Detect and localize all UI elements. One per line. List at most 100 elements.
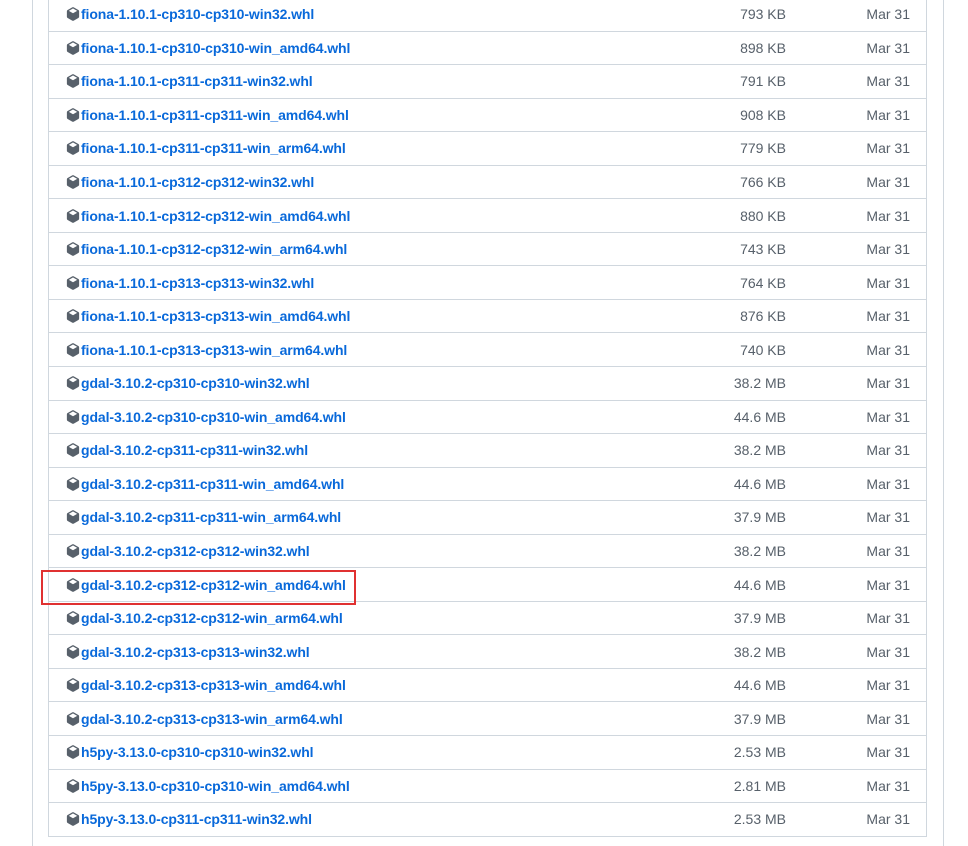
asset-size: 766 KB — [740, 174, 786, 190]
asset-date: Mar 31 — [866, 308, 910, 325]
asset-link[interactable]: fiona-1.10.1-cp313-cp313-win32.whl — [81, 275, 314, 291]
package-icon — [66, 510, 80, 525]
asset-date: Mar 31 — [866, 543, 910, 560]
asset-size: 2.53 MB — [733, 811, 786, 828]
asset-size: 44.6 MB — [733, 408, 786, 425]
asset-link[interactable]: gdal-3.10.2-cp311-cp311-win_amd64.whl — [81, 476, 344, 492]
asset-link[interactable]: gdal-3.10.2-cp313-cp313-win_amd64.whl — [81, 677, 346, 693]
asset-size: 908 KB — [740, 106, 786, 123]
asset-size: 37.9 MB — [733, 710, 786, 727]
asset-date: Mar 31 — [866, 408, 910, 425]
package-icon — [66, 141, 80, 156]
asset-link[interactable]: gdal-3.10.2-cp312-cp312-win_amd64.whl — [81, 577, 346, 593]
asset-date: Mar 31 — [866, 677, 910, 694]
asset-date: Mar 31 — [866, 6, 910, 23]
asset-link[interactable]: gdal-3.10.2-cp312-cp312-win32.whl — [81, 543, 310, 559]
package-icon — [66, 342, 80, 357]
asset-date: Mar 31 — [866, 610, 910, 627]
asset-link[interactable]: fiona-1.10.1-cp313-cp313-win_amd64.whl — [81, 308, 350, 324]
asset-row: fiona-1.10.1-cp313-cp313-win_arm64.whl 74… — [49, 333, 926, 368]
asset-size: 38.2 MB — [733, 643, 786, 660]
asset-row: h5py-3.13.0-cp310-cp310-win32.whl 2.53 MB… — [49, 736, 926, 770]
asset-date: Mar 31 — [866, 375, 910, 392]
asset-link[interactable]: gdal-3.10.2-cp310-cp310-win_amd64.whl — [81, 409, 346, 425]
asset-row: fiona-1.10.1-cp312-cp312-win_amd64.whl 88… — [49, 199, 926, 233]
asset-date: Mar 31 — [866, 241, 910, 258]
asset-size: 37.9 MB — [733, 610, 786, 627]
asset-link[interactable]: fiona-1.10.1-cp311-cp311-win32.whl — [81, 73, 313, 89]
asset-size: 38.2 MB — [733, 543, 786, 560]
asset-link[interactable]: h5py-3.13.0-cp311-cp311-win32.whl — [81, 811, 312, 827]
asset-link[interactable]: fiona-1.10.1-cp311-cp311-win_arm64.whl — [81, 140, 346, 156]
asset-row: gdal-3.10.2-cp311-cp311-win_arm64.whl 37.… — [49, 501, 926, 535]
asset-size: 44.6 MB — [733, 677, 786, 694]
asset-size: 37.9 MB — [733, 509, 786, 526]
asset-link[interactable]: h5py-3.13.0-cp310-cp310-win32.whl — [81, 744, 314, 760]
asset-link[interactable]: gdal-3.10.2-cp310-cp310-win32.whl — [81, 375, 310, 391]
asset-row: h5py-3.13.0-cp310-cp310-win_amd64.whl 2.8… — [49, 770, 926, 804]
asset-link[interactable]: fiona-1.10.1-cp310-cp310-win32.whl — [81, 6, 314, 22]
asset-date: Mar 31 — [866, 777, 910, 794]
package-icon — [66, 611, 80, 625]
package-icon — [66, 175, 80, 189]
asset-list: fiona-1.10.1-cp310-cp310-win32.whl 793 KB… — [48, 0, 927, 837]
asset-date: Mar 31 — [866, 73, 910, 90]
package-icon — [66, 477, 80, 491]
asset-date: Mar 31 — [866, 106, 910, 123]
asset-date: Mar 31 — [866, 509, 910, 526]
asset-link[interactable]: h5py-3.13.0-cp310-cp310-win_amd64.whl — [81, 778, 350, 794]
asset-link[interactable]: fiona-1.10.1-cp312-cp312-win_amd64.whl — [81, 208, 350, 224]
asset-link[interactable]: gdal-3.10.2-cp311-cp311-win32.whl — [81, 442, 308, 458]
asset-row: fiona-1.10.1-cp313-cp313-win32.whl 764 KB… — [49, 266, 926, 300]
asset-link[interactable]: fiona-1.10.1-cp311-cp311-win_amd64.whl — [81, 107, 349, 123]
asset-row: fiona-1.10.1-cp313-cp313-win_amd64.whl 87… — [49, 300, 926, 334]
asset-size: 44.6 MB — [733, 475, 786, 492]
package-icon — [66, 745, 80, 760]
asset-date: Mar 31 — [866, 744, 910, 761]
package-icon — [66, 7, 80, 22]
asset-date: Mar 31 — [866, 39, 910, 56]
asset-row: gdal-3.10.2-cp313-cp313-win_arm64.whl 37.… — [49, 702, 926, 737]
asset-link[interactable]: gdal-3.10.2-cp311-cp311-win_arm64.whl — [81, 509, 341, 525]
package-icon — [66, 443, 80, 458]
asset-size: 791 KB — [740, 73, 786, 90]
asset-link[interactable]: gdal-3.10.2-cp313-cp313-win_arm64.whl — [81, 711, 343, 727]
package-icon — [66, 812, 80, 827]
asset-link[interactable]: fiona-1.10.1-cp312-cp312-win32.whl — [81, 174, 314, 190]
asset-size: 44.6 MB — [733, 576, 786, 593]
asset-row: fiona-1.10.1-cp310-cp310-win32.whl 793 KB… — [49, 0, 926, 32]
package-icon — [66, 778, 80, 793]
asset-row: gdal-3.10.2-cp310-cp310-win_amd64.whl 44.… — [49, 401, 926, 435]
package-icon — [66, 40, 80, 55]
package-icon — [66, 208, 80, 223]
asset-link[interactable]: fiona-1.10.1-cp313-cp313-win_arm64.whl — [81, 342, 347, 358]
asset-row: fiona-1.10.1-cp310-cp310-win_amd64.whl 89… — [49, 32, 926, 66]
asset-size: 2.81 MB — [733, 777, 786, 794]
asset-row: gdal-3.10.2-cp312-cp312-win32.whl 38.2 MB… — [49, 535, 926, 569]
asset-size: 898 KB — [740, 39, 786, 56]
package-icon — [66, 544, 80, 558]
asset-row: gdal-3.10.2-cp312-cp312-win_amd64.whl 44.… — [49, 568, 926, 602]
asset-size: 793 KB — [740, 6, 786, 23]
asset-row: fiona-1.10.1-cp312-cp312-win32.whl 766 KB… — [49, 166, 926, 200]
package-icon — [66, 409, 80, 424]
package-icon — [66, 577, 80, 592]
asset-link[interactable]: fiona-1.10.1-cp310-cp310-win_amd64.whl — [81, 40, 350, 56]
asset-row: fiona-1.10.1-cp311-cp311-win32.whl 791 KB… — [49, 65, 926, 99]
asset-size: 2.53 MB — [733, 744, 786, 761]
asset-date: Mar 31 — [866, 442, 910, 459]
package-icon — [66, 376, 80, 391]
asset-link[interactable]: gdal-3.10.2-cp313-cp313-win32.whl — [81, 644, 310, 660]
package-icon — [66, 242, 80, 256]
asset-row: fiona-1.10.1-cp311-cp311-win_amd64.whl 90… — [49, 99, 926, 133]
package-icon — [66, 275, 80, 290]
asset-date: Mar 31 — [866, 207, 910, 224]
package-icon — [66, 108, 80, 122]
asset-row: gdal-3.10.2-cp311-cp311-win32.whl 38.2 MB… — [49, 434, 926, 468]
asset-size: 740 KB — [740, 341, 786, 358]
asset-date: Mar 31 — [866, 140, 910, 157]
asset-size: 779 KB — [740, 140, 786, 157]
asset-size: 764 KB — [740, 274, 786, 291]
asset-link[interactable]: gdal-3.10.2-cp312-cp312-win_arm64.whl — [81, 610, 343, 626]
asset-link[interactable]: fiona-1.10.1-cp312-cp312-win_arm64.whl — [81, 241, 347, 257]
